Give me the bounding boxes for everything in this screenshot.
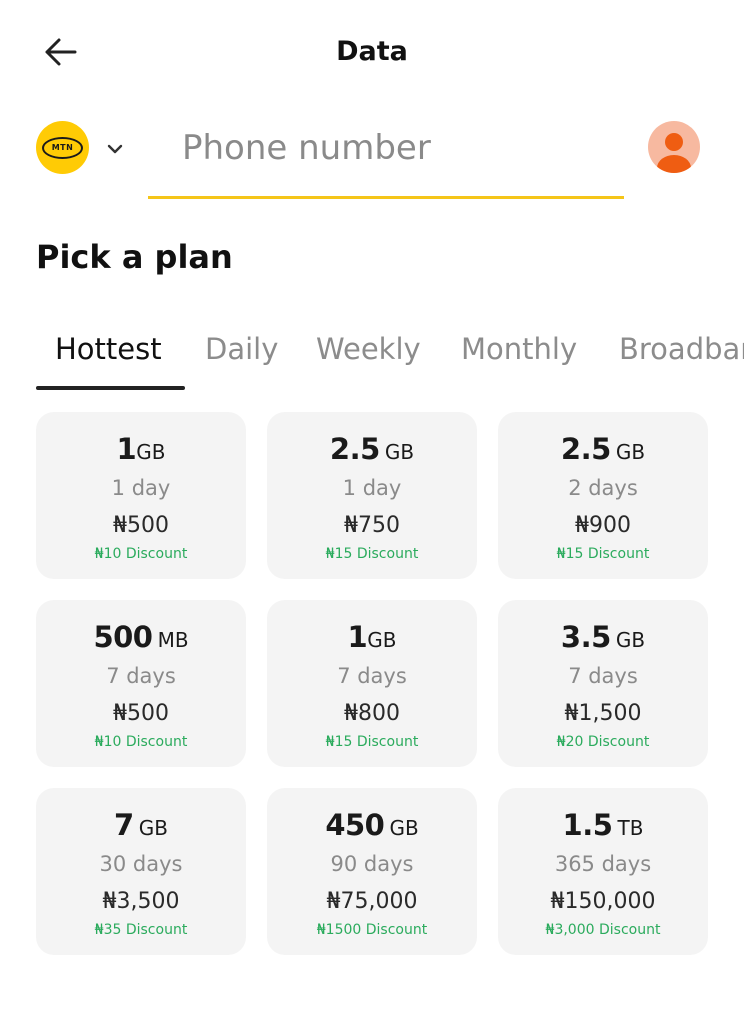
plan-amount: 2.5 bbox=[329, 432, 380, 466]
plan-unit: GB bbox=[615, 440, 646, 464]
plan-duration: 365 days bbox=[554, 852, 652, 876]
plan-discount: ₦20 Discount bbox=[556, 734, 650, 750]
plan-discount: ₦10 Discount bbox=[94, 734, 188, 750]
plan-discount: ₦3,000 Discount bbox=[545, 922, 661, 938]
tab-hottest[interactable]: Hottest bbox=[55, 332, 162, 366]
plan-card[interactable]: 2.5 GB 1 day ₦750 ₦15 Discount bbox=[267, 412, 477, 579]
plan-duration: 30 days bbox=[99, 852, 183, 876]
plan-unit: MB bbox=[157, 628, 189, 652]
plan-amount: 7 bbox=[114, 808, 134, 842]
tab-weekly[interactable]: Weekly bbox=[316, 332, 421, 366]
plan-amount: 1.5 bbox=[562, 808, 613, 842]
plan-card[interactable]: 3.5 GB 7 days ₦1,500 ₦20 Discount bbox=[498, 600, 708, 767]
plan-price: ₦750 bbox=[344, 513, 400, 538]
plan-size: 1GB bbox=[267, 620, 477, 654]
plan-size: 1.5 TB bbox=[498, 808, 708, 842]
plan-price: ₦3,500 bbox=[102, 889, 180, 914]
plan-price: ₦1,500 bbox=[564, 701, 642, 726]
plan-unit: GB bbox=[136, 440, 166, 464]
page-title: Data bbox=[336, 36, 408, 67]
mtn-logo-text: MTN bbox=[42, 136, 83, 159]
plan-discount: ₦10 Discount bbox=[94, 546, 188, 562]
plan-size: 2.5 GB bbox=[267, 432, 477, 466]
plan-amount: 1 bbox=[347, 620, 368, 654]
plan-duration: 7 days bbox=[106, 664, 176, 688]
plan-size: 7 GB bbox=[36, 808, 246, 842]
plan-card[interactable]: 7 GB 30 days ₦3,500 ₦35 Discount bbox=[36, 788, 246, 955]
chevron-down-icon bbox=[107, 144, 123, 153]
plan-price: ₦75,000 bbox=[326, 889, 418, 914]
plan-price: ₦800 bbox=[344, 701, 400, 726]
plan-amount: 1 bbox=[116, 432, 137, 466]
plan-unit: GB bbox=[615, 628, 646, 652]
plan-unit: GB bbox=[384, 440, 415, 464]
plan-card[interactable]: 1GB 7 days ₦800 ₦15 Discount bbox=[267, 600, 477, 767]
tab-monthly[interactable]: Monthly bbox=[461, 332, 577, 366]
phone-number-input[interactable] bbox=[148, 118, 658, 178]
mtn-logo: MTN bbox=[36, 121, 89, 174]
plan-grid: 1GB 1 day ₦500 ₦10 Discount 2.5 GB 1 day… bbox=[36, 412, 709, 955]
plan-tabs: Hottest Daily Weekly Monthly Broadbar bbox=[0, 324, 744, 394]
plan-duration: 7 days bbox=[568, 664, 638, 688]
plan-amount: 3.5 bbox=[560, 620, 611, 654]
plan-discount: ₦15 Discount bbox=[325, 734, 419, 750]
plan-card[interactable]: 2.5 GB 2 days ₦900 ₦15 Discount bbox=[498, 412, 708, 579]
active-tab-indicator bbox=[36, 386, 185, 390]
plan-price: ₦900 bbox=[575, 513, 631, 538]
contact-picker-button[interactable] bbox=[648, 121, 700, 173]
plan-duration: 2 days bbox=[568, 476, 638, 500]
plan-duration: 90 days bbox=[330, 852, 414, 876]
plan-duration: 1 day bbox=[111, 476, 171, 500]
section-title: Pick a plan bbox=[36, 238, 233, 276]
plan-amount: 2.5 bbox=[560, 432, 611, 466]
tab-daily[interactable]: Daily bbox=[205, 332, 278, 366]
plan-unit: GB bbox=[389, 816, 419, 840]
plan-discount: ₦1500 Discount bbox=[316, 922, 428, 938]
plan-discount: ₦15 Discount bbox=[556, 546, 650, 562]
plan-size: 1GB bbox=[36, 432, 246, 466]
plan-card[interactable]: 450 GB 90 days ₦75,000 ₦1500 Discount bbox=[267, 788, 477, 955]
plan-unit: TB bbox=[617, 816, 644, 840]
plan-card[interactable]: 1.5 TB 365 days ₦150,000 ₦3,000 Discount bbox=[498, 788, 708, 955]
user-avatar-icon bbox=[657, 133, 691, 173]
plan-size: 450 GB bbox=[267, 808, 477, 842]
phone-field bbox=[148, 118, 658, 199]
plan-size: 2.5 GB bbox=[498, 432, 708, 466]
plan-price: ₦500 bbox=[113, 513, 169, 538]
app-header: Data bbox=[0, 0, 744, 108]
plan-price: ₦500 bbox=[113, 701, 169, 726]
plan-unit: GB bbox=[367, 628, 397, 652]
plan-duration: 1 day bbox=[342, 476, 402, 500]
plan-card[interactable]: 500 MB 7 days ₦500 ₦10 Discount bbox=[36, 600, 246, 767]
plan-price: ₦150,000 bbox=[550, 889, 656, 914]
plan-amount: 450 bbox=[325, 808, 385, 842]
plan-size: 500 MB bbox=[36, 620, 246, 654]
tab-broadband[interactable]: Broadbar bbox=[619, 332, 744, 366]
plan-amount: 500 bbox=[93, 620, 153, 654]
plan-duration: 7 days bbox=[337, 664, 407, 688]
plan-discount: ₦15 Discount bbox=[325, 546, 419, 562]
plan-unit: GB bbox=[138, 816, 168, 840]
carrier-selector[interactable]: MTN bbox=[36, 121, 123, 174]
plan-discount: ₦35 Discount bbox=[94, 922, 188, 938]
plan-size: 3.5 GB bbox=[498, 620, 708, 654]
plan-card[interactable]: 1GB 1 day ₦500 ₦10 Discount bbox=[36, 412, 246, 579]
